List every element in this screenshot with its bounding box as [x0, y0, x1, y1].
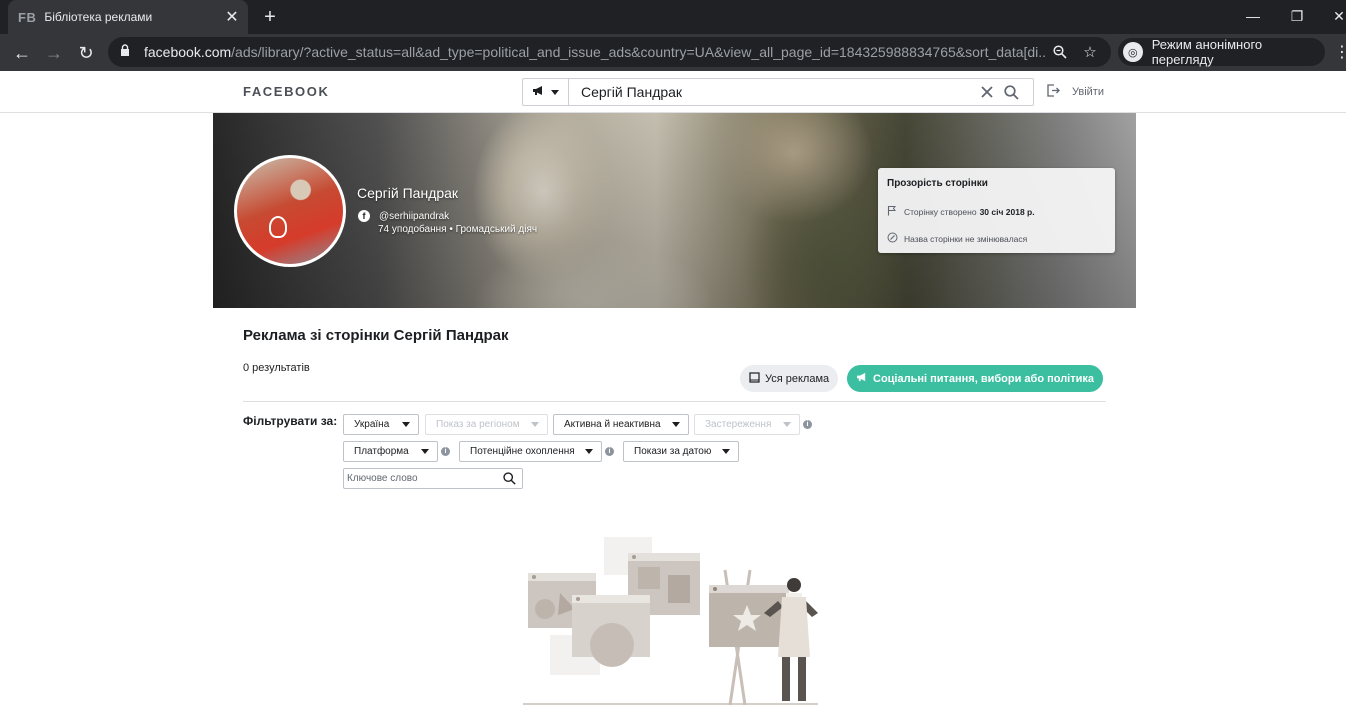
browser-menu-icon[interactable]: ⋮ — [1334, 42, 1346, 62]
transparency-title: Прозорість сторінки — [887, 178, 988, 189]
logout-icon — [1047, 84, 1060, 100]
page-handle-row: f @serhiipandrak — [358, 210, 449, 222]
window-close-icon[interactable]: ✕ — [1316, 0, 1346, 32]
tab-title: Бібліотека реклами — [44, 10, 153, 24]
incognito-label: Режим анонімного перегляду — [1151, 37, 1263, 67]
chevron-down-icon — [531, 422, 539, 427]
status-dropdown[interactable]: Активна й неактивна — [553, 414, 689, 435]
platform-dropdown-label: Платформа — [354, 446, 409, 457]
keyword-input[interactable] — [344, 469, 496, 488]
chevron-down-icon — [783, 422, 791, 427]
url-path: /ads/library/?active_status=all&ad_type=… — [231, 44, 1045, 60]
region-dropdown[interactable]: Показ за регіоном — [425, 414, 548, 435]
fb-header: FACEBOOK Сергій Пандрак Увійти — [0, 71, 1346, 113]
section-title: Реклама зі сторінки Сергій Пандрак — [243, 327, 509, 344]
divider — [243, 401, 1106, 402]
keyword-search[interactable] — [343, 468, 523, 489]
chevron-down-icon — [402, 422, 410, 427]
login-label: Увійти — [1072, 86, 1104, 98]
avatar-emblem — [269, 216, 287, 238]
url-host: facebook.com — [144, 44, 232, 60]
reach-dropdown[interactable]: Потенційне охоплення — [459, 441, 602, 462]
browser-toolbar: ← → ↻ facebook.com/ads/library/?active_s… — [0, 34, 1346, 71]
incognito-indicator[interactable]: ◎ Режим анонімного перегляду — [1118, 37, 1325, 67]
search-icon[interactable] — [999, 84, 1023, 100]
date-dropdown-label: Покази за датою — [634, 446, 712, 457]
browser-tab-bar: FB Бібліотека реклами ✕ + — ❐ ✕ — [0, 0, 1346, 34]
facebook-logo[interactable]: FACEBOOK — [243, 84, 329, 99]
tab-favicon: FB — [18, 9, 37, 25]
forward-arrow-icon[interactable]: → — [40, 39, 68, 67]
megaphone-icon — [532, 85, 545, 99]
chevron-down-icon — [722, 449, 730, 454]
search-icon[interactable] — [496, 472, 522, 485]
flag-icon — [887, 205, 899, 218]
page-handle[interactable]: @serhiipandrak — [379, 211, 449, 222]
info-icon[interactable]: i — [803, 420, 812, 429]
all-ads-button[interactable]: Уся реклама — [740, 365, 839, 392]
chevron-down-icon — [585, 449, 593, 454]
chevron-down-icon — [551, 86, 559, 98]
lock-icon — [120, 44, 134, 60]
restore-icon[interactable]: ❐ — [1274, 0, 1320, 32]
megaphone-icon — [856, 372, 868, 385]
page-transparency-card[interactable]: Прозорість сторінки Сторінку створено 30… — [878, 168, 1115, 253]
page-cover-photo: Сергій Пандрак f @serhiipandrak 74 уподо… — [213, 113, 1136, 308]
facebook-icon: f — [358, 210, 370, 222]
address-bar[interactable]: facebook.com/ads/library/?active_status=… — [108, 37, 1111, 67]
chevron-down-icon — [672, 422, 680, 427]
search-type-dropdown[interactable] — [523, 79, 569, 105]
created-date: 30 січ 2018 р. — [979, 206, 1035, 217]
new-tab-icon[interactable]: + — [258, 5, 282, 29]
reach-dropdown-label: Потенційне охоплення — [470, 446, 575, 457]
results-count: 0 результатів — [243, 362, 310, 374]
platform-dropdown[interactable]: Платформа — [343, 441, 438, 462]
page-meta: 74 уподобання • Громадський діяч — [378, 224, 538, 235]
avatar[interactable] — [234, 155, 346, 267]
ad-search-box[interactable]: Сергій Пандрак — [522, 78, 1034, 106]
name-unchanged-text: Назва сторінки не змінювалася — [904, 233, 1028, 244]
disclaimer-dropdown-label: Застереження — [705, 419, 772, 430]
search-input[interactable]: Сергій Пандрак — [569, 84, 975, 100]
country-dropdown[interactable]: Україна — [343, 414, 419, 435]
reload-icon[interactable]: ↻ — [72, 39, 100, 67]
region-dropdown-label: Показ за регіоном — [436, 419, 520, 430]
minimize-icon[interactable]: — — [1230, 0, 1276, 32]
status-dropdown-label: Активна й неактивна — [564, 419, 661, 430]
disclaimer-dropdown[interactable]: Застереження — [694, 414, 800, 435]
tab-close-icon[interactable]: ✕ — [222, 7, 242, 27]
login-link[interactable]: Увійти — [1047, 84, 1104, 100]
created-prefix: Сторінку створено — [904, 206, 977, 217]
star-icon[interactable]: ☆ — [1075, 43, 1105, 61]
info-icon[interactable]: i — [441, 447, 450, 456]
back-arrow-icon[interactable]: ← — [8, 39, 36, 67]
all-ads-label: Уся реклама — [765, 372, 830, 385]
incognito-icon: ◎ — [1123, 42, 1143, 62]
empty-state-illustration — [523, 537, 818, 706]
date-dropdown[interactable]: Покази за датою — [623, 441, 739, 462]
clear-icon[interactable] — [975, 86, 999, 98]
info-icon[interactable]: i — [605, 447, 614, 456]
zoom-icon[interactable] — [1045, 45, 1075, 59]
filter-label: Фільтрувати за: — [243, 414, 338, 428]
chevron-down-icon — [421, 449, 429, 454]
social-issues-label: Соціальні питання, вибори або політика — [873, 372, 1095, 385]
name-history-row: Назва сторінки не змінювалася — [887, 232, 1027, 245]
created-row: Сторінку створено 30 січ 2018 р. — [887, 205, 1035, 218]
url-text: facebook.com/ads/library/?active_status=… — [144, 44, 1045, 60]
page-name[interactable]: Сергій Пандрак — [357, 185, 458, 201]
country-dropdown-label: Україна — [354, 419, 390, 430]
book-icon — [749, 371, 760, 386]
browser-tab[interactable]: FB Бібліотека реклами ✕ — [8, 0, 248, 34]
social-issues-button[interactable]: Соціальні питання, вибори або політика — [847, 365, 1104, 392]
edit-icon — [887, 232, 899, 245]
